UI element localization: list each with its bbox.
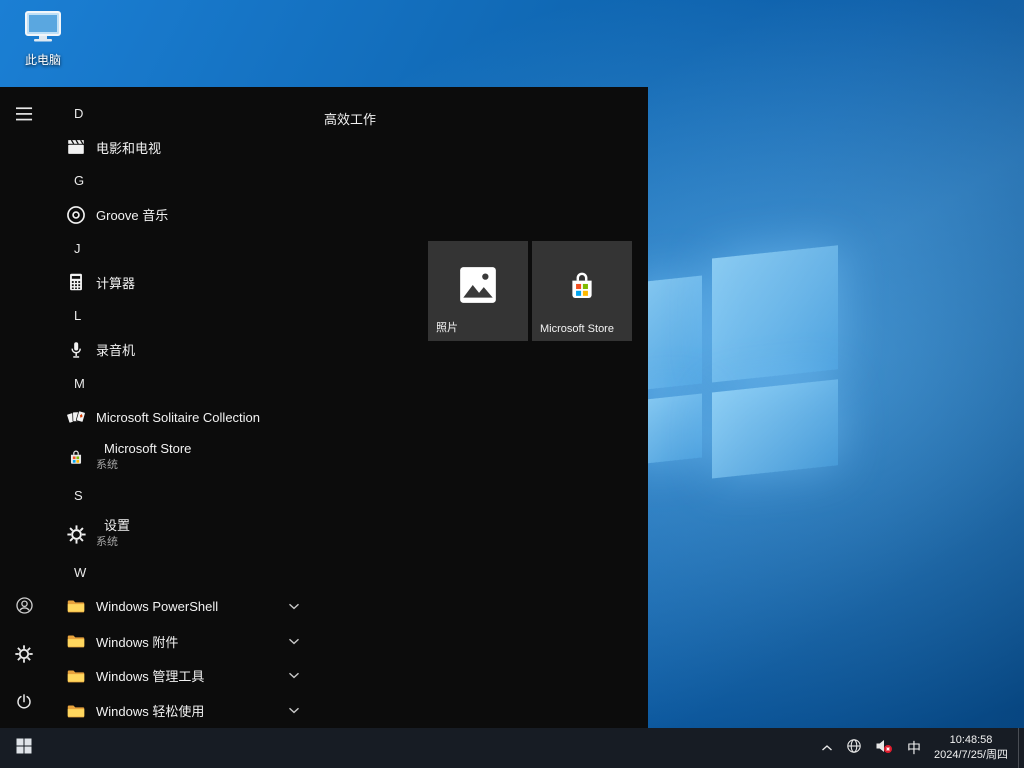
tile-photos[interactable]: 照片 bbox=[428, 241, 528, 341]
app-text: Microsoft Store 系统 bbox=[96, 441, 191, 472]
windows-logo-icon bbox=[16, 738, 32, 759]
start-button[interactable] bbox=[0, 728, 48, 768]
section-letter-g[interactable]: G bbox=[60, 165, 306, 198]
section-letter-label: G bbox=[74, 173, 84, 188]
folder-item-windows-accessories[interactable]: Windows 附件 bbox=[60, 624, 306, 659]
volume-muted-icon bbox=[875, 738, 893, 759]
section-letter-m[interactable]: M bbox=[60, 367, 306, 400]
app-label: 电影和电视 bbox=[96, 138, 161, 157]
rail-bottom-group bbox=[0, 584, 48, 728]
app-item-microsoft-store[interactable]: Microsoft Store 系统 bbox=[60, 435, 306, 479]
folder-icon bbox=[64, 699, 88, 723]
taskbar: 中 10:48:58 2024/7/25/周四 bbox=[0, 728, 1024, 768]
windows-logo-pane bbox=[712, 245, 838, 382]
start-app-list: D 电影和电视 G Groove 音乐 J 计算器 bbox=[48, 87, 306, 728]
show-desktop-button[interactable] bbox=[1018, 728, 1024, 768]
app-text: 设置 系统 bbox=[96, 518, 130, 549]
desktop-icon-label: 此电脑 bbox=[25, 51, 61, 68]
app-label: Windows 附件 bbox=[96, 632, 178, 651]
tile-grid: 照片 Microsoft Store bbox=[428, 241, 632, 341]
section-letter-label: L bbox=[74, 308, 81, 323]
photos-icon bbox=[457, 264, 499, 311]
store-icon bbox=[64, 445, 88, 469]
section-letter-label: M bbox=[74, 376, 85, 391]
app-item-voice-recorder[interactable]: 录音机 bbox=[60, 332, 306, 367]
app-sublabel: 系统 bbox=[96, 458, 191, 472]
this-pc-icon bbox=[23, 10, 63, 49]
section-letter-d[interactable]: D bbox=[60, 97, 306, 130]
user-icon bbox=[14, 595, 35, 621]
user-account-button[interactable] bbox=[0, 584, 48, 632]
ime-indicator[interactable]: 中 bbox=[900, 728, 928, 768]
network-status-button[interactable] bbox=[840, 728, 868, 768]
section-letter-l[interactable]: L bbox=[60, 300, 306, 333]
settings-button[interactable] bbox=[0, 632, 48, 680]
app-item-groove-music[interactable]: Groove 音乐 bbox=[60, 197, 306, 232]
clock-time: 10:48:58 bbox=[950, 733, 993, 748]
app-sublabel: 系统 bbox=[96, 535, 130, 549]
solitaire-icon bbox=[64, 405, 88, 429]
app-label: Windows 轻松使用 bbox=[96, 701, 204, 720]
folder-item-windows-admin-tools[interactable]: Windows 管理工具 bbox=[60, 658, 306, 693]
app-item-calculator[interactable]: 计算器 bbox=[60, 265, 306, 300]
section-letter-w[interactable]: W bbox=[60, 556, 306, 589]
show-hidden-icons-button[interactable] bbox=[814, 728, 840, 768]
app-label: Microsoft Solitaire Collection bbox=[96, 410, 260, 425]
folder-icon bbox=[64, 629, 88, 653]
volume-button[interactable] bbox=[868, 728, 900, 768]
power-icon bbox=[14, 692, 34, 717]
windows-logo-pane bbox=[712, 379, 838, 478]
voice-recorder-icon bbox=[64, 338, 88, 362]
chevron-down-icon[interactable] bbox=[288, 603, 300, 610]
chevron-up-icon bbox=[821, 739, 833, 757]
groove-music-icon bbox=[64, 203, 88, 227]
clock[interactable]: 10:48:58 2024/7/25/周四 bbox=[928, 728, 1018, 768]
folder-item-windows-ease-of-access[interactable]: Windows 轻松使用 bbox=[60, 693, 306, 728]
tile-label: 照片 bbox=[436, 319, 458, 335]
section-letter-label: W bbox=[74, 565, 86, 580]
section-letter-s[interactable]: S bbox=[60, 479, 306, 512]
folder-icon bbox=[64, 664, 88, 688]
globe-icon bbox=[846, 738, 862, 759]
app-label: Microsoft Store bbox=[104, 441, 191, 458]
chevron-down-icon[interactable] bbox=[288, 638, 300, 645]
expand-menu-button[interactable] bbox=[0, 92, 48, 140]
windows-logo-wallpaper bbox=[628, 239, 843, 494]
section-letter-j[interactable]: J bbox=[60, 232, 306, 265]
clock-date: 2024/7/25/周四 bbox=[934, 748, 1008, 763]
gear-icon bbox=[14, 644, 34, 669]
calculator-icon bbox=[64, 270, 88, 294]
store-icon bbox=[561, 264, 603, 311]
app-label: 设置 bbox=[104, 518, 130, 535]
tile-label: Microsoft Store bbox=[540, 323, 614, 335]
power-button[interactable] bbox=[0, 680, 48, 728]
system-tray: 中 10:48:58 2024/7/25/周四 bbox=[814, 728, 1024, 768]
section-letter-label: S bbox=[74, 488, 83, 503]
app-item-settings[interactable]: 设置 系统 bbox=[60, 512, 306, 556]
start-menu-rail bbox=[0, 87, 48, 728]
chevron-down-icon[interactable] bbox=[288, 672, 300, 679]
start-menu: D 电影和电视 G Groove 音乐 J 计算器 bbox=[0, 87, 648, 728]
windows-desktop-screen: 此电脑 bbox=[0, 0, 1024, 768]
tile-group-title[interactable]: 高效工作 bbox=[324, 109, 376, 128]
tile-microsoft-store[interactable]: Microsoft Store bbox=[532, 241, 632, 341]
app-label: 计算器 bbox=[96, 273, 135, 292]
hamburger-icon bbox=[16, 107, 33, 126]
movies-tv-icon bbox=[64, 135, 88, 159]
folder-icon bbox=[64, 594, 88, 618]
app-label: Windows 管理工具 bbox=[96, 666, 204, 685]
chevron-down-icon[interactable] bbox=[288, 707, 300, 714]
section-letter-label: D bbox=[74, 106, 83, 121]
app-label: Groove 音乐 bbox=[96, 205, 168, 224]
start-tiles-area: 高效工作 照片 Microsoft Store bbox=[306, 87, 648, 728]
folder-item-windows-powershell[interactable]: Windows PowerShell bbox=[60, 589, 306, 624]
app-item-movies-tv[interactable]: 电影和电视 bbox=[60, 130, 306, 165]
desktop-icon-this-pc[interactable]: 此电脑 bbox=[12, 10, 74, 68]
app-label: 录音机 bbox=[96, 340, 135, 359]
section-letter-label: J bbox=[74, 241, 81, 256]
app-label: Windows PowerShell bbox=[96, 599, 218, 614]
app-item-solitaire[interactable]: Microsoft Solitaire Collection bbox=[60, 400, 306, 435]
gear-icon bbox=[64, 522, 88, 546]
